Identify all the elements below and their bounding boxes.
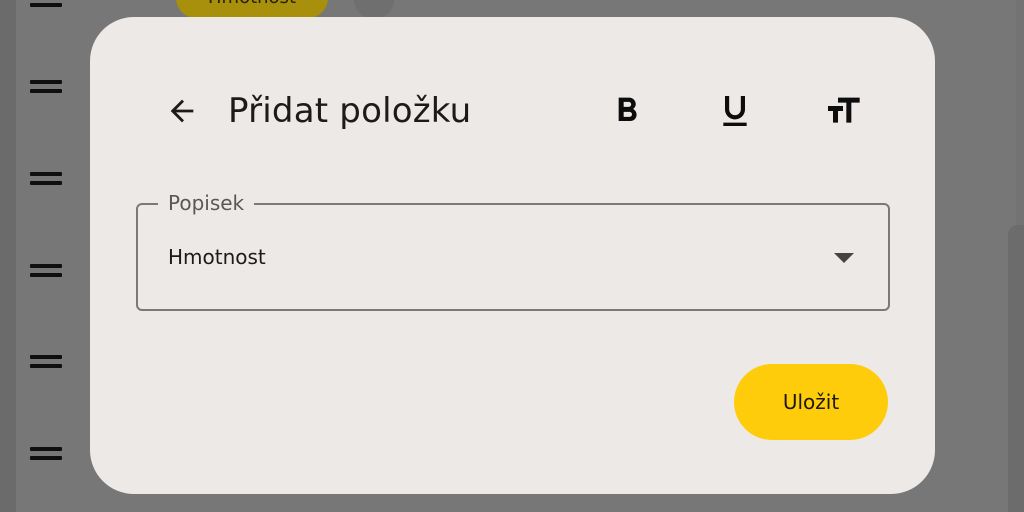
format-bold-icon <box>618 97 637 121</box>
drag-handle-icon <box>30 0 62 8</box>
label-dropdown-caption: Popisek <box>158 191 255 215</box>
text-size-button[interactable] <box>815 83 871 139</box>
drag-handle-icon <box>30 80 62 94</box>
bold-button[interactable] <box>599 83 655 139</box>
save-button[interactable]: Uložit <box>734 364 888 440</box>
add-item-dialog: Přidat položku Popisek Hmotnost Uložit <box>90 17 935 494</box>
dialog-title: Přidat položku <box>228 91 472 131</box>
drag-handle-icon <box>30 355 62 369</box>
format-underline-icon <box>723 96 747 126</box>
background-panel-edge <box>1008 225 1024 512</box>
label-dropdown-value: Hmotnost <box>168 245 266 269</box>
label-dropdown[interactable]: Popisek Hmotnost <box>136 191 890 311</box>
format-size-icon <box>828 97 860 123</box>
drag-handle-icon <box>30 264 62 278</box>
drag-handle-icon <box>30 447 62 461</box>
background-side-strip <box>0 0 16 512</box>
background-chip: Hmotnost <box>176 0 328 18</box>
drag-handle-icon <box>30 172 62 186</box>
arrow-back-icon <box>170 99 194 123</box>
underline-button[interactable] <box>707 83 763 139</box>
chevron-down-icon <box>834 253 854 263</box>
back-button[interactable] <box>154 89 210 133</box>
